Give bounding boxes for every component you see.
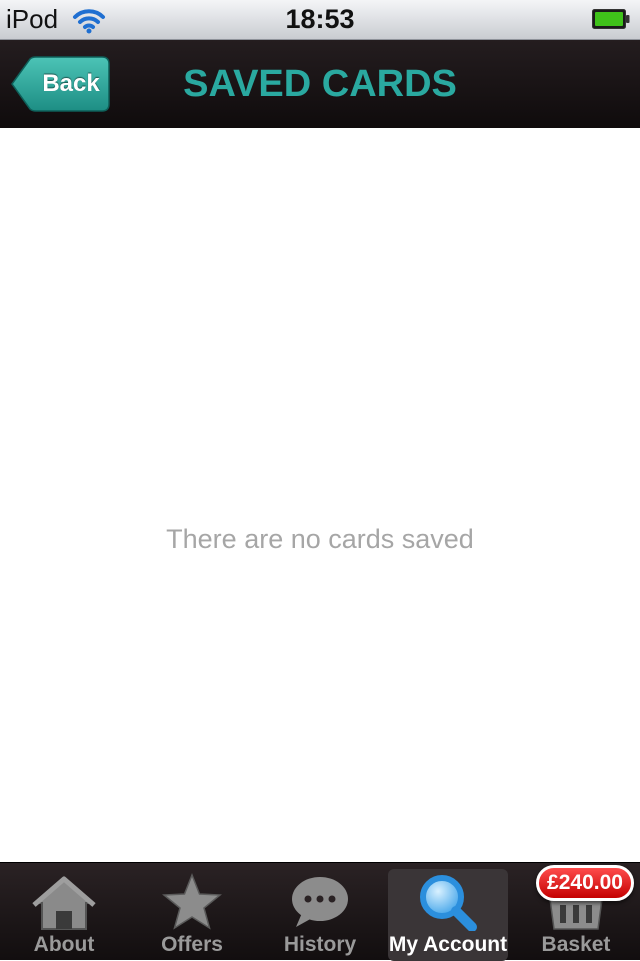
speech-bubble-icon: [292, 877, 348, 927]
tab-my-account-label: My Account: [388, 933, 508, 956]
tab-my-account[interactable]: My Account: [388, 869, 508, 961]
empty-state-message: There are no cards saved: [166, 524, 474, 554]
back-button[interactable]: Back: [10, 56, 110, 112]
navigation-bar: Back SAVED CARDS: [0, 40, 640, 128]
tab-offers-label: Offers: [161, 933, 223, 956]
tab-basket-label: Basket: [541, 933, 611, 956]
page-title: SAVED CARDS: [183, 63, 457, 105]
back-button-label: Back: [42, 70, 100, 97]
tab-about[interactable]: About: [0, 863, 128, 961]
house-icon: [32, 876, 96, 930]
tab-history[interactable]: History: [256, 863, 384, 961]
basket-total-badge: £240.00: [536, 865, 634, 901]
magnifier-icon: [420, 875, 477, 931]
battery-icon: [592, 9, 630, 29]
status-time: 18:53: [285, 4, 355, 34]
tab-history-label: History: [283, 933, 357, 956]
saved-cards-content: There are no cards saved: [0, 128, 640, 862]
star-icon: [162, 872, 222, 930]
tab-offers[interactable]: Offers: [128, 863, 256, 961]
tab-about-label: About: [33, 933, 95, 956]
status-bar: iPod 18:53: [0, 0, 640, 40]
